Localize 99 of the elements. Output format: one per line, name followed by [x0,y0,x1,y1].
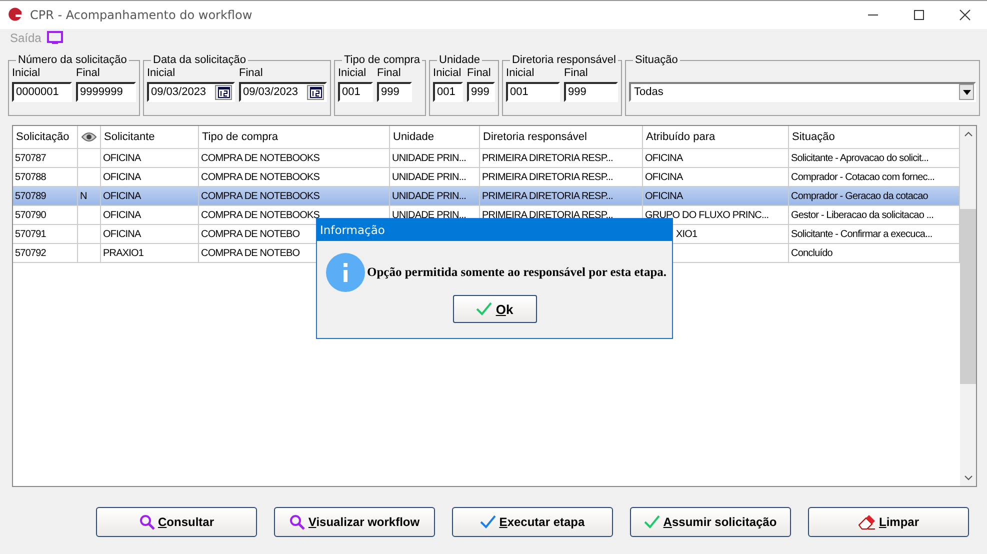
table-cell: UNIDADE PRIN... [392,210,466,220]
field-label: Final [76,66,101,80]
app-logo-icon [7,7,23,23]
dialog-title: Informação [320,223,385,237]
table-cell: Comprador - Geracao da cotacao [791,190,928,202]
table-cell: 570787 [15,152,46,164]
status-dropdown[interactable]: Todas [629,82,976,102]
action-button[interactable]: Visualizar workflow [274,507,435,537]
input-field[interactable]: 001 [433,82,464,102]
column-header[interactable]: Unidade [390,126,480,148]
check-icon [480,515,496,529]
table-cell: COMPRA DE NOTEBOOKS [201,172,320,182]
input-field[interactable]: 999 [467,82,496,102]
input-field[interactable]: 9999999 [76,82,136,102]
date-field[interactable]: 09/03/2023 [239,82,327,102]
table-cell: OFICINA [103,210,141,220]
table-cell: PRIMEIRA DIRETORIA RESP... [482,190,613,202]
action-button[interactable]: Executar etapa [452,507,613,537]
table-cell: 570788 [15,172,46,182]
table-cell: COMPRA DE NOTEBOOKS [201,210,320,220]
group-title: Tipo de compra [343,54,422,66]
table-cell: N [80,190,87,202]
scroll-up-icon[interactable] [964,131,972,137]
field-label: Final [564,66,589,80]
table-row[interactable]: 570789 N OFICINA COMPRA DE NOTEBOOKS UNIDADE PRIN... PRIMEIRA DIRETORIA RESP... OFICINA Comprador - Geracao da cotacao [13,187,960,206]
column-header[interactable]: Solicitante [101,126,199,148]
group-title: Diretoria responsável [511,54,617,66]
input-field[interactable]: 001 [506,82,560,102]
maximize-icon[interactable] [913,9,925,21]
field-label: Inicial [147,66,176,80]
action-button[interactable]: Consultar [96,507,257,537]
table-cell: Comprador - Cotacao com fornec... [791,172,935,182]
monitor-icon[interactable] [47,30,64,44]
scroll-down-icon[interactable] [964,475,972,481]
calendar-icon[interactable] [215,84,232,100]
table-cell: PRIMEIRA DIRETORIA RESP... [482,172,613,182]
table-cell: UNIDADE PRIN... [392,152,466,164]
table-cell: UNIDADE PRIN... [392,190,466,202]
table-cell: 570789 [15,190,46,202]
group-title: Número da solicitação [17,54,128,66]
table-cell: OFICINA [645,172,683,182]
table-cell: Concluído [791,248,832,258]
group-title: Unidade [438,54,482,66]
input-field[interactable]: 999 [377,82,412,102]
table-row[interactable]: 570787 OFICINA COMPRA DE NOTEBOOKS UNIDADE PRIN... PRIMEIRA DIRETORIA RESP... OFICINA Solicitante - Aprovacao do solicit... [13,149,960,168]
table-cell: 570791 [15,228,46,240]
table-cell: GRUPO DO FLUXO PRINC... [645,210,769,220]
check-icon [644,515,660,529]
group-title: Situação [634,54,679,66]
table-cell: PRAXIO1 [103,248,144,258]
table-cell: OFICINA [103,152,141,164]
scrollbar-thumb[interactable] [960,209,976,384]
field-label: Inicial [338,66,368,80]
table-cell: COMPRA DE NOTEBOOKS [201,152,320,164]
field-label: Inicial [506,66,536,80]
input-field[interactable]: 001 [338,82,373,102]
field-label: Final [239,66,264,80]
table-cell: COMPRA DE NOTEBO [201,248,300,258]
close-icon[interactable] [959,9,971,21]
table-cell: OFICINA [103,190,141,202]
table-cell: OFICINA [103,172,141,182]
input-field[interactable]: 0000001 [12,82,72,102]
table-cell: PRIMEIRA DIRETORIA RESP... [482,152,613,164]
table-cell: 570792 [15,248,46,258]
field-label: Final [467,66,492,80]
table-cell: XIO1 [676,228,698,240]
field-label: Inicial [433,66,462,80]
group-title: Data da solicitação [152,54,247,66]
table-cell: Solicitante - Aprovacao do solicit... [791,152,929,164]
field-label: Inicial [12,66,42,80]
info-icon [326,253,365,292]
column-header[interactable]: Solicitação [13,126,78,148]
table-cell: COMPRA DE NOTEBOOKS [201,190,320,202]
table-cell: UNIDADE PRIN... [392,172,466,182]
action-button[interactable]: Limpar [808,507,969,537]
search-icon [289,514,306,530]
table-cell: OFICINA [645,190,683,202]
dialog-message: Opção permitida somente ao responsável por esta etapa. [367,265,667,280]
calendar-icon[interactable] [307,84,324,100]
column-header[interactable]: Atribuído para [643,126,789,148]
table-cell: OFICINA [103,228,141,240]
table-cell: COMPRA DE NOTEBO [201,228,300,240]
eraser-icon [858,514,876,530]
table-cell: Solicitante - Confirmar a execuca... [791,228,932,240]
check-icon [476,302,492,316]
field-label: Final [377,66,402,80]
column-header[interactable]: Diretoria responsável [480,126,643,148]
eye-icon [81,132,97,142]
date-field[interactable]: 09/03/2023 [147,82,235,102]
table-cell: OFICINA [645,152,683,164]
action-button[interactable]: Assumir solicitação [630,507,791,537]
column-header[interactable]: Tipo de compra [199,126,390,148]
window-title: CPR - Acompanhamento do workflow [30,8,252,22]
table-cell: PRIMEIRA DIRETORIA RESP... [482,210,613,220]
table-cell: 570790 [15,210,46,220]
table-cell: Gestor - Liberacao da solicitacao ... [791,210,934,220]
search-icon [138,514,155,530]
ok-button[interactable]: Ok [452,295,536,323]
input-field[interactable]: 999 [564,82,618,102]
